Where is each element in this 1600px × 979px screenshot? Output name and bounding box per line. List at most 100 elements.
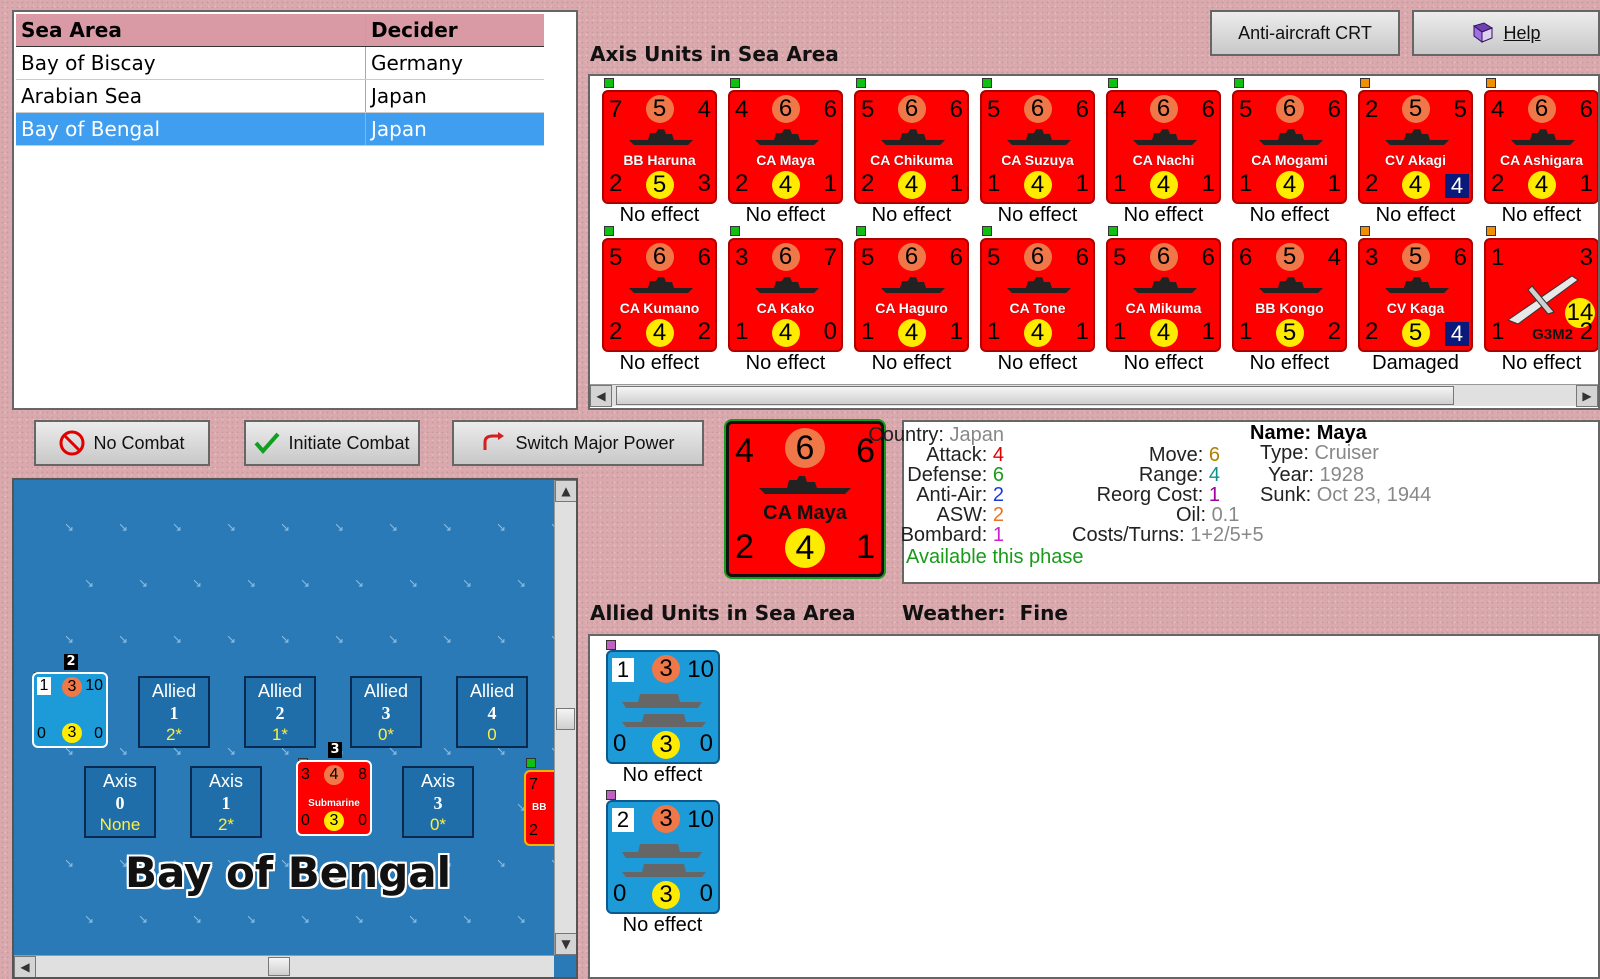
unit-bottom-left: 2 (861, 170, 875, 197)
anti-aircraft-crt-button[interactable]: Anti-aircraft CRT (1210, 10, 1400, 56)
allied-box-1[interactable]: Allied 1 2* (138, 676, 210, 748)
axis-section-title: Axis Units in Sea Area (590, 42, 839, 66)
map-horizontal-scrollbar[interactable]: ◀ (14, 955, 554, 977)
sea-area-map[interactable]: ↘ ↘ ↘ ↘ ↘ ↘ ↘ ↘ ↘ ↘ ↘ ↘ ↘ ↘ ↘ ↘ ↘ ↘ ↘ ↘ ↘ ↘ ↘ ↘ ↘ ↘ ↘ ↘ ↘ ↘ ↘ ↘ ↘ ↘ ↘ ↘ ↘ ↘ ↘ ↘… (12, 478, 578, 979)
wave-mark: ↘ (354, 576, 365, 590)
unit-bottom-value: 4 (1401, 171, 1430, 199)
allied-section-title: Allied Units in Sea Area (590, 601, 856, 625)
axis-unit-card[interactable]: 2 5 5 CV Akagi 4 2 4 (1358, 90, 1473, 204)
column-header-sea-area[interactable]: Sea Area (16, 14, 366, 46)
scroll-up-button[interactable]: ▲ (555, 480, 576, 502)
axis-unit-card[interactable]: 5 6 6 CA Chikuma 4 2 1 (854, 90, 969, 204)
axis-unit-card[interactable]: 3 6 7 CA Kako 4 1 0 (728, 238, 843, 352)
unit-bottom-value: 4 (897, 171, 926, 199)
axis-unit-card[interactable]: 1 3 G3M2 14 1 2 (1484, 238, 1598, 352)
unit-marker (730, 226, 740, 236)
unit-marker (1234, 78, 1244, 88)
help-label: Help (1503, 22, 1541, 43)
column-header-decider[interactable]: Decider (366, 14, 544, 46)
axis-horizontal-scrollbar[interactable]: ◀ ▶ (590, 384, 1598, 407)
table-row[interactable]: Arabian Sea Japan (16, 80, 544, 113)
allied-box-3[interactable]: Allied 3 0* (350, 676, 422, 748)
unit-status: No effect (1123, 352, 1204, 374)
ship-silhouette-icon (1007, 277, 1071, 293)
unit-bottom-right: 0 (699, 730, 713, 757)
scroll-thumb[interactable] (268, 957, 290, 976)
unit-name: CV Kaga (1386, 300, 1445, 316)
unit-bottom-right: 0 (94, 725, 103, 742)
cell-sea-area: Bay of Biscay (16, 47, 366, 79)
scroll-right-button[interactable]: ▶ (1576, 385, 1598, 407)
unit-bottom-left: 2 (735, 170, 749, 197)
ship-silhouette-icon (755, 277, 819, 293)
axis-box-1[interactable]: Axis 1 2* (190, 766, 262, 838)
scroll-thumb[interactable] (616, 386, 1454, 405)
table-row-selected[interactable]: Bay of Bengal Japan (16, 113, 544, 146)
unit-name: G3M2 (1532, 326, 1573, 343)
axis-unit-card[interactable]: 5 6 6 CA Kumano 4 2 2 (602, 238, 717, 352)
unit-bottom-value: 3 (652, 881, 680, 909)
initiate-combat-button[interactable]: Initiate Combat (244, 420, 420, 466)
axis-unit-card[interactable]: 5 6 6 CA Haguro 4 1 1 (854, 238, 969, 352)
unit-defense: 4 (1327, 244, 1341, 271)
unit-status: No effect (1375, 204, 1456, 226)
allied-box-2[interactable]: Allied 2 1* (244, 676, 316, 748)
unit-marker (1360, 78, 1370, 88)
axis-unit-card[interactable]: 5 6 6 CA Mogami 4 1 1 (1232, 90, 1347, 204)
ship-silhouette-icon (755, 129, 819, 145)
scroll-thumb[interactable] (556, 708, 575, 730)
scroll-left-button[interactable]: ◀ (14, 956, 36, 977)
axis-unit-card[interactable]: 7 5 4 BB Haruna 5 2 3 (602, 90, 717, 204)
axis-box-0[interactable]: Axis 0 None (84, 766, 156, 838)
unit-bottom-left: 1 (735, 318, 749, 345)
map-vertical-scrollbar[interactable]: ▲ ▼ (554, 480, 576, 955)
allied-box-4[interactable]: Allied 4 0 (456, 676, 528, 748)
axis-unit-card[interactable]: 4 6 6 CA Nachi 4 1 1 (1106, 90, 1221, 204)
unit-bottom-right: 1 (1327, 170, 1341, 197)
wave-mark: ↘ (516, 912, 527, 926)
unit-name: BB Haruna (623, 152, 696, 168)
wave-mark: ↘ (388, 520, 399, 534)
unit-details-panel: Country: Japan Attack: 4 Defense: 6 Anti… (868, 420, 1600, 584)
unit-attack: 3 (652, 655, 680, 683)
map-allied-unit[interactable]: 1 3 10 0 3 0 (32, 672, 108, 748)
unit-status: No effect (997, 204, 1078, 226)
cell-decider: Japan (371, 84, 427, 108)
ship-silhouette-icon (1133, 277, 1197, 293)
axis-unit-card[interactable]: 5 6 6 CA Tone 4 1 1 (980, 238, 1095, 352)
axis-unit-card[interactable]: 4 6 6 CA Maya 4 2 1 (728, 90, 843, 204)
scroll-down-button[interactable]: ▼ (555, 933, 576, 955)
wave-mark: ↘ (334, 632, 345, 646)
axis-unit-card[interactable]: 5 6 6 CA Suzuya 4 1 1 (980, 90, 1095, 204)
convoy-ships-icon (622, 844, 706, 877)
switch-major-power-button[interactable]: Switch Major Power (452, 420, 704, 466)
unit-defense: 6 (949, 244, 963, 271)
bombard-row: Bombard: 1 (900, 524, 1004, 546)
unit-bottom-value: 5 (1275, 319, 1304, 347)
axis-unit-card[interactable]: 5 6 6 CA Mikuma 4 1 1 (1106, 238, 1221, 352)
wave-mark: ↘ (226, 632, 237, 646)
table-row[interactable]: Bay of Biscay Germany (16, 47, 544, 80)
wave-mark: ↘ (462, 912, 473, 926)
axis-unit-card[interactable]: 4 6 6 CA Ashigara 4 2 1 (1484, 90, 1598, 204)
unit-top-value: 5 (1275, 243, 1304, 271)
ship-silhouette-icon (1385, 129, 1449, 145)
axis-unit-card[interactable]: 6 5 4 BB Kongo 5 1 2 (1232, 238, 1347, 352)
wave-mark: ↘ (334, 520, 345, 534)
no-combat-button[interactable]: No Combat (34, 420, 210, 466)
unit-name: CA Nachi (1132, 152, 1195, 168)
axis-unit-card[interactable]: 3 5 6 CV Kaga 5 2 4 (1358, 238, 1473, 352)
allied-unit-card[interactable]: 2 3 10 0 3 0 (606, 800, 720, 914)
axis-box-3[interactable]: Axis 3 0* (402, 766, 474, 838)
help-button[interactable]: Help (1412, 10, 1600, 56)
unit-marker (604, 78, 614, 88)
unit-name: CA Chikuma (870, 152, 953, 168)
unit-top-value: 6 (1149, 243, 1178, 271)
wave-mark: ↘ (192, 576, 203, 590)
unit-marker (1108, 78, 1118, 88)
wave-mark: ↘ (462, 576, 473, 590)
map-submarine-unit[interactable]: 3 4 8 Submarine 0 3 0 (296, 760, 372, 836)
unit-bottom-left: 1 (1491, 318, 1505, 345)
allied-unit-card[interactable]: 1 3 10 0 3 0 (606, 650, 720, 764)
scroll-left-button[interactable]: ◀ (590, 385, 612, 407)
